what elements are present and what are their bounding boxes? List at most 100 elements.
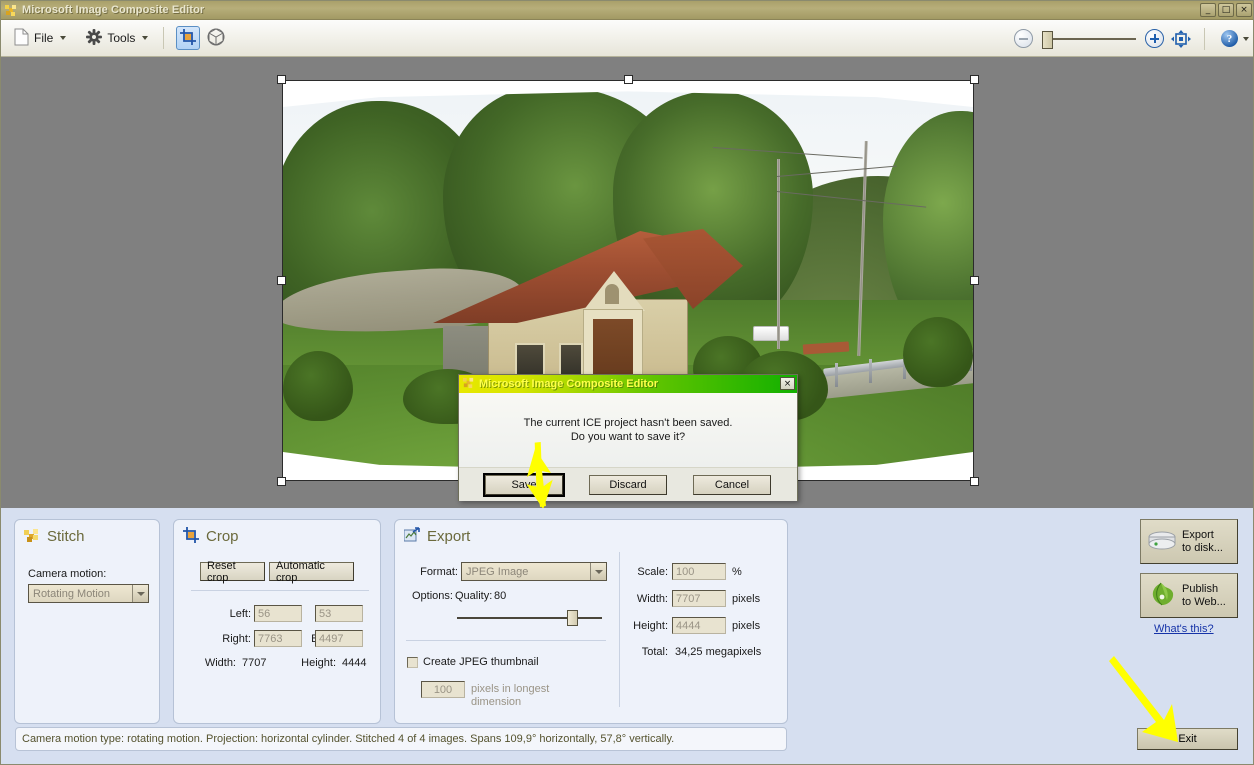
chevron-down-icon[interactable] bbox=[590, 563, 606, 580]
white-vehicle bbox=[753, 326, 789, 341]
export-panel: Export Format: JPEG Image Options: Quali… bbox=[394, 519, 788, 724]
minimize-button[interactable]: _ bbox=[1200, 3, 1216, 17]
format-select[interactable]: JPEG Image bbox=[461, 562, 607, 581]
utility-pole-left bbox=[777, 159, 780, 349]
close-button[interactable]: × bbox=[1236, 3, 1252, 17]
crop-tool-button[interactable] bbox=[176, 26, 201, 50]
create-jpeg-thumbnail-checkbox[interactable]: Create JPEG thumbnail bbox=[407, 656, 539, 668]
zoom-slider[interactable] bbox=[1040, 30, 1138, 49]
create-jpeg-thumbnail-label: Create JPEG thumbnail bbox=[423, 656, 539, 668]
checkbox-box[interactable] bbox=[407, 656, 418, 668]
tools-menu-label: Tools bbox=[107, 31, 136, 45]
thumbnail-size-input[interactable]: 100 bbox=[421, 681, 465, 698]
export-to-disk-line2: to disk... bbox=[1182, 541, 1223, 554]
guardrail-post bbox=[869, 359, 872, 383]
publish-to-web-button[interactable]: Publish to Web... bbox=[1140, 573, 1238, 618]
image-canvas[interactable]: Microsoft Image Composite Editor × The c… bbox=[1, 57, 1253, 508]
gear-icon bbox=[86, 28, 103, 48]
crop-height-label: Height: bbox=[301, 657, 336, 669]
camera-motion-select[interactable]: Rotating Motion bbox=[28, 584, 149, 603]
quality-label: Quality: bbox=[455, 590, 493, 602]
publish-to-web-line2: to Web... bbox=[1182, 595, 1226, 608]
reset-crop-button[interactable]: Reset crop bbox=[200, 560, 265, 584]
crop-width-value: 7707 bbox=[242, 657, 267, 669]
discard-button[interactable]: Discard bbox=[589, 474, 667, 495]
file-menu-label: File bbox=[34, 31, 54, 45]
application-window: Microsoft Image Composite Editor _ □ × F… bbox=[0, 0, 1254, 765]
chevron-down-icon[interactable] bbox=[132, 585, 148, 602]
chapel-niche bbox=[605, 284, 619, 304]
export-height-input[interactable]: 4444 bbox=[672, 617, 726, 634]
crop-divider bbox=[191, 590, 369, 591]
zoom-slider-thumb[interactable] bbox=[1042, 31, 1053, 49]
fit-to-window-button[interactable] bbox=[1170, 29, 1192, 49]
scale-input[interactable]: 100 bbox=[672, 563, 726, 580]
quality-slider-thumb[interactable] bbox=[567, 610, 578, 626]
whats-this-link[interactable]: What's this? bbox=[1154, 623, 1214, 635]
crop-handle-middle-right[interactable] bbox=[970, 276, 979, 285]
exit-button[interactable]: Exit bbox=[1137, 728, 1238, 750]
quality-slider-track bbox=[457, 617, 602, 619]
dialog-title: Microsoft Image Composite Editor bbox=[479, 378, 659, 390]
export-to-disk-button[interactable]: Export to disk... bbox=[1140, 519, 1238, 564]
guardrail-post bbox=[835, 363, 838, 387]
crop-bottom-input[interactable]: 4497 bbox=[315, 630, 363, 647]
zoom-out-button[interactable] bbox=[1014, 29, 1033, 48]
maximize-icon: □ bbox=[1221, 5, 1231, 15]
crop-handle-top-left[interactable] bbox=[277, 75, 286, 84]
chevron-down-icon bbox=[142, 36, 149, 40]
export-width-input[interactable]: 7707 bbox=[672, 590, 726, 607]
publish-to-web-line1: Publish bbox=[1182, 582, 1219, 595]
crop-width-label: Width: bbox=[204, 657, 236, 669]
crop-handle-middle-left[interactable] bbox=[277, 276, 286, 285]
zoom-out-icon bbox=[1019, 37, 1028, 40]
unsaved-project-dialog: Microsoft Image Composite Editor × The c… bbox=[458, 374, 798, 501]
toolbar-separator-right bbox=[1204, 27, 1205, 50]
crop-left-label: Left: bbox=[229, 608, 251, 620]
format-label: Format: bbox=[420, 566, 458, 578]
crop-top-input[interactable]: 53 bbox=[315, 605, 363, 622]
status-text: Camera motion type: rotating motion. Pro… bbox=[22, 733, 675, 745]
crop-panel: Crop Reset crop Automatic crop Left: 56 … bbox=[173, 519, 381, 724]
dialog-close-button[interactable]: × bbox=[780, 377, 795, 390]
window-title: Microsoft Image Composite Editor bbox=[22, 4, 205, 16]
view-3d-button[interactable] bbox=[204, 26, 228, 50]
crop-icon bbox=[183, 527, 199, 546]
file-menu[interactable]: File bbox=[7, 24, 73, 52]
zoom-in-button[interactable] bbox=[1145, 29, 1164, 48]
maximize-button[interactable]: □ bbox=[1218, 3, 1234, 17]
export-height-label: Height: bbox=[633, 620, 668, 632]
document-icon bbox=[14, 28, 29, 49]
quality-value: 80 bbox=[494, 590, 507, 602]
bottom-panel-area: Stitch Camera motion: Rotating Motion Cr… bbox=[1, 508, 1253, 764]
close-icon: × bbox=[1240, 5, 1248, 15]
dialog-message-line-2: Do you want to save it? bbox=[570, 431, 686, 443]
thumbnail-size-label-line2: dimension bbox=[471, 696, 522, 708]
quality-slider[interactable] bbox=[457, 610, 602, 626]
main-toolbar: File Tools ? bbox=[1, 20, 1253, 57]
window-controls: _ □ × bbox=[1200, 3, 1252, 17]
save-button[interactable]: Save bbox=[483, 472, 565, 497]
export-icon bbox=[403, 527, 420, 546]
camera-motion-value: Rotating Motion bbox=[33, 587, 111, 600]
export-panel-header: Export bbox=[395, 520, 787, 546]
automatic-crop-button[interactable]: Automatic crop bbox=[269, 560, 354, 584]
crop-handle-top-right[interactable] bbox=[970, 75, 979, 84]
cancel-button[interactable]: Cancel bbox=[693, 474, 771, 495]
camera-motion-label: Camera motion: bbox=[28, 568, 107, 580]
dialog-button-row: Save Discard Cancel bbox=[459, 468, 797, 501]
stitch-panel-header: Stitch bbox=[15, 520, 159, 546]
tools-menu[interactable]: Tools bbox=[79, 24, 155, 52]
crop-handle-bottom-right[interactable] bbox=[970, 477, 979, 486]
mosaic-icon bbox=[462, 376, 475, 392]
crop-panel-title: Crop bbox=[206, 528, 239, 545]
stitch-icon bbox=[24, 527, 40, 546]
crop-handle-bottom-left[interactable] bbox=[277, 477, 286, 486]
chevron-down-icon bbox=[1243, 36, 1249, 41]
export-total-label: Total: bbox=[641, 646, 668, 658]
stitch-panel: Stitch Camera motion: Rotating Motion bbox=[14, 519, 160, 724]
toolbar-separator bbox=[163, 27, 165, 49]
export-total-value: 34,25 megapixels bbox=[675, 646, 762, 658]
crop-handle-top-center[interactable] bbox=[624, 75, 633, 84]
help-button[interactable]: ? bbox=[1221, 30, 1249, 47]
